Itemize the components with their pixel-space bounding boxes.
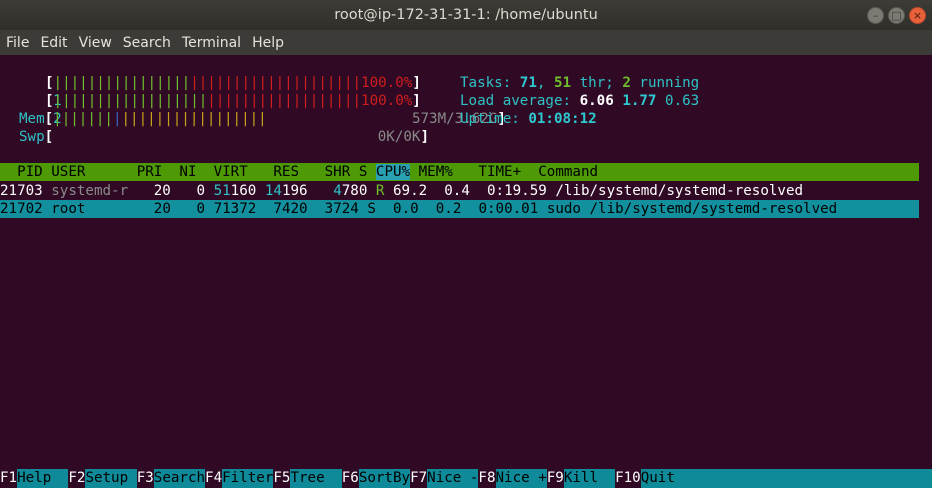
col-pri[interactable]: PRI xyxy=(137,164,163,180)
col-mem[interactable]: MEM% xyxy=(419,164,453,180)
col-shr[interactable]: SHR xyxy=(325,164,351,180)
menu-search[interactable]: Search xyxy=(123,35,171,51)
menu-edit[interactable]: Edit xyxy=(40,35,67,51)
threads-count: 51 xyxy=(553,75,572,91)
swp-meter: Swp[ 0K/0K] xyxy=(19,129,430,145)
menu-file[interactable]: File xyxy=(6,35,29,51)
terminal-area[interactable]: 1 [||||||||||||||||||||||||||||||||||||1… xyxy=(0,55,932,488)
process-row[interactable]: 21703 systemd-r 20 0 51160 14196 4780 R … xyxy=(0,182,919,200)
col-pid[interactable]: PID xyxy=(0,164,43,180)
process-table-header: PID USER PRI NI VIRT RES SHR S CPU% MEM%… xyxy=(0,163,919,181)
col-ni[interactable]: NI xyxy=(179,164,196,180)
fkey-f2[interactable]: F2 xyxy=(68,469,86,488)
menu-help[interactable]: Help xyxy=(252,35,284,51)
swp-label: Swp xyxy=(19,129,45,145)
mem-meter: Mem[||||||||||||||||||||||||| 573M/3.62G… xyxy=(19,111,506,127)
minimize-icon[interactable]: – xyxy=(867,7,884,24)
col-res[interactable]: RES xyxy=(273,164,299,180)
uptime-value: 01:08:12 xyxy=(528,111,597,127)
fkey-f1[interactable]: F1 xyxy=(0,469,18,488)
fkey-filter-label[interactable]: Filter xyxy=(222,469,274,488)
cpu1-bar: [||||||||||||||||||||||||||||||||||||100… xyxy=(45,75,421,91)
fkey-sortby-label[interactable]: SortBy xyxy=(358,469,411,488)
maximize-icon[interactable]: □ xyxy=(888,7,905,24)
process-row-selected[interactable]: 21702 root 20 0 71372 7420 3724 S 0.0 0.… xyxy=(0,200,919,218)
fkey-f6[interactable]: F6 xyxy=(341,469,359,488)
fkey-f10[interactable]: F10 xyxy=(615,469,641,488)
menu-terminal[interactable]: Terminal xyxy=(182,35,241,51)
fkey-setup-label[interactable]: Setup xyxy=(85,469,137,488)
tasks-stat: Tasks: 71, 51 thr; 2 running xyxy=(460,75,700,91)
menu-bar: File Edit View Search Terminal Help xyxy=(0,30,932,55)
fkey-quit-label[interactable]: Quit xyxy=(640,469,932,488)
col-user[interactable]: USER xyxy=(51,164,85,180)
fkey-f5[interactable]: F5 xyxy=(273,469,291,488)
col-virt[interactable]: VIRT xyxy=(214,164,248,180)
load5: 1.77 xyxy=(622,93,657,109)
cpu1-value: 100.0% xyxy=(361,75,413,91)
fkey-f9[interactable]: F9 xyxy=(546,469,564,488)
close-icon[interactable]: × xyxy=(909,7,926,24)
load1: 6.06 xyxy=(579,93,614,109)
col-cpu[interactable]: CPU% xyxy=(375,164,411,180)
window-titlebar: root@ip-172-31-31-1: /home/ubuntu – □ × xyxy=(0,0,932,30)
tasks-count: 71 xyxy=(519,75,537,91)
fkey-f7[interactable]: F7 xyxy=(410,469,428,488)
fkey-tree-label[interactable]: Tree xyxy=(290,469,342,488)
menu-view[interactable]: View xyxy=(79,35,112,51)
cpu2-bar: [||||||||||||||||||||||||||||||||||||100… xyxy=(45,93,421,109)
swp-value: 0K/0K xyxy=(377,129,421,145)
running-count: 2 xyxy=(622,75,631,91)
fkey-help-label[interactable]: Help xyxy=(17,469,69,488)
fkey-search-label[interactable]: Search xyxy=(153,469,206,488)
load15: 0.63 xyxy=(665,93,700,109)
fkey-f4[interactable]: F4 xyxy=(205,469,223,488)
fkey-nice-minus-label[interactable]: Nice - xyxy=(427,469,479,488)
function-key-bar: F1 Help F2 Setup F3 Search F4 Filter F5 Tree … xyxy=(0,469,932,488)
mem-label: Mem xyxy=(19,111,45,127)
col-command[interactable]: Command xyxy=(538,164,598,180)
fkey-f3[interactable]: F3 xyxy=(136,469,154,488)
fkey-f8[interactable]: F8 xyxy=(478,469,496,488)
fkey-kill-label[interactable]: Kill xyxy=(563,469,616,488)
col-time[interactable]: TIME+ xyxy=(478,164,521,180)
window-title: root@ip-172-31-31-1: /home/ubuntu xyxy=(334,7,598,23)
window-controls: – □ × xyxy=(867,7,926,24)
col-s[interactable]: S xyxy=(359,164,368,180)
load-stat: Load average: 6.06 1.77 0.63 xyxy=(460,93,700,109)
cpu2-value: 100.0% xyxy=(361,93,413,109)
fkey-nice-plus-label[interactable]: Nice + xyxy=(495,469,547,488)
uptime-stat: Uptime: 01:08:12 xyxy=(460,111,597,127)
